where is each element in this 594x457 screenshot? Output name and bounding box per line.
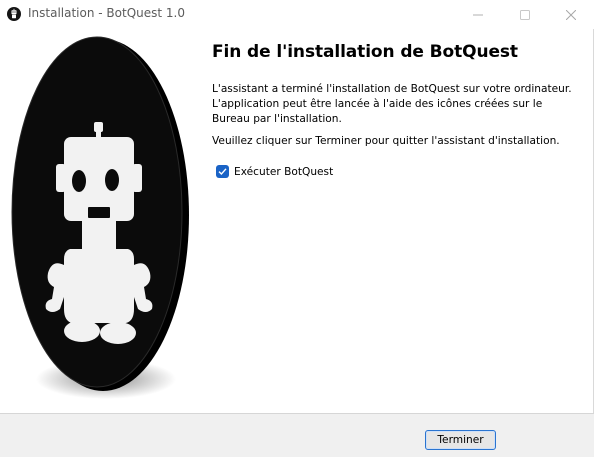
close-icon (566, 9, 576, 20)
botquest-robot-logo (11, 36, 189, 399)
finish-button[interactable]: Terminer (425, 430, 496, 450)
installer-window: Installation - BotQuest 1.0 Fin de l'ins… (0, 0, 594, 457)
minimize-button[interactable] (455, 0, 501, 29)
title-bar[interactable]: Installation - BotQuest 1.0 (0, 0, 594, 29)
close-button[interactable] (548, 0, 594, 29)
run-app-option[interactable]: Exécuter BotQuest (216, 165, 333, 178)
run-app-checkbox-label[interactable]: Exécuter BotQuest (234, 166, 333, 178)
wizard-banner (0, 29, 198, 414)
checkmark-icon (218, 168, 227, 176)
wizard-footer: Terminer (0, 413, 594, 457)
minimize-icon (473, 14, 483, 15)
botquest-app-icon (7, 7, 21, 21)
run-app-checkbox[interactable] (216, 165, 229, 178)
maximize-button[interactable] (502, 0, 548, 29)
window-title: Installation - BotQuest 1.0 (28, 6, 185, 20)
completion-message: L'assistant a terminé l'installation de … (212, 83, 572, 125)
page-title: Fin de l'installation de BotQuest (212, 42, 518, 62)
maximize-icon (520, 9, 530, 20)
finish-instruction: Veuillez cliquer sur Terminer pour quitt… (212, 135, 560, 147)
